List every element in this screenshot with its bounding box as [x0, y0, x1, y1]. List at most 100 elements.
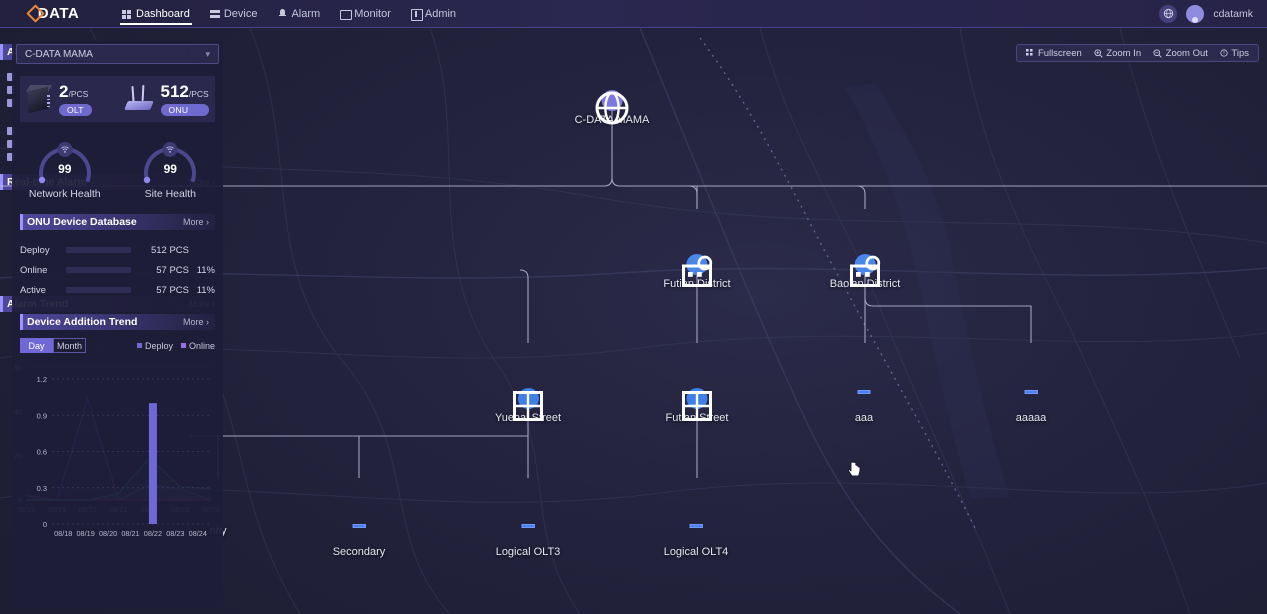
zoom-out-label: Zoom Out — [1165, 47, 1208, 59]
svg-text:1.2: 1.2 — [37, 375, 47, 384]
legend-deploy[interactable]: Deploy — [136, 341, 173, 351]
tips-button[interactable]: Tips — [1220, 48, 1249, 59]
fullscreen-icon — [1026, 49, 1034, 56]
topology-node-label: aaa — [854, 412, 874, 424]
location-pin-node-icon — [682, 254, 713, 287]
bell-icon — [277, 8, 287, 19]
nav-item-monitor[interactable]: Monitor — [336, 0, 395, 28]
help-globe-button[interactable] — [1159, 4, 1178, 23]
network-health-value: 99 — [58, 162, 72, 176]
onu-unit: /PCS — [188, 88, 209, 99]
site-icon — [162, 142, 178, 157]
left-sidebar-panel: C-DATA MAMA ▾ 2 /PCS OLT 512 /PCS ONU 99… — [12, 40, 223, 607]
brand-logo[interactable]: DATA — [0, 4, 108, 23]
zoom-in-label: Zoom In — [1106, 47, 1142, 59]
nav-label: Admin — [424, 7, 457, 20]
row-label: Deploy — [20, 244, 50, 256]
rack-node-icon — [349, 522, 370, 543]
onu-db-row: Active 57 PCS 11% — [20, 280, 215, 300]
topology-node-label: Logical OLT4 — [663, 546, 729, 558]
site-health-value: 99 — [163, 162, 177, 176]
nav-label: Monitor — [354, 7, 391, 20]
zoom-in-icon — [1094, 48, 1103, 58]
globe-node-icon — [595, 90, 629, 125]
topology-node-baoan-district[interactable]: Bao'an District — [830, 254, 900, 290]
olt-stat: 2 /PCS OLT — [20, 83, 118, 116]
nav-right-actions: cdatamk — [1159, 4, 1267, 23]
device-trend-more-link[interactable]: More › — [183, 317, 215, 327]
device-addition-trend-chart[interactable]: 0 0.3 0.6 0.9 1.2 08/18 08/19 08/20 08/21 08/22 08… — [14, 357, 221, 557]
nav-label: Alarm — [291, 7, 321, 20]
onu-db-more-link[interactable]: More › — [183, 217, 215, 227]
row-pct: 11% — [196, 284, 215, 296]
svg-text:08/19: 08/19 — [77, 529, 95, 538]
onu-count: 512 — [160, 81, 189, 101]
fullscreen-label: Fullscreen — [1037, 47, 1082, 59]
rack-node-icon — [517, 522, 538, 543]
zoom-in-button[interactable]: Zoom In — [1094, 48, 1141, 59]
svg-text:08/24: 08/24 — [189, 529, 207, 538]
site-selector-value: C-DATA MAMA — [25, 48, 93, 60]
avatar[interactable] — [1186, 4, 1205, 23]
nav-item-admin[interactable]: Admin — [407, 0, 460, 28]
nav-label: Device — [223, 7, 258, 20]
rack-node-icon — [685, 522, 706, 543]
onu-db-row: Deploy 512 PCS — [20, 240, 215, 260]
svg-text:0.9: 0.9 — [37, 411, 47, 420]
topology-node-futian-street[interactable]: Futian Street — [666, 388, 728, 424]
onu-badge: ONU — [160, 103, 209, 116]
topology-node-secondary[interactable]: Secondary — [332, 522, 386, 558]
topology-node-yuehai-street[interactable]: Yuehai Street — [495, 388, 561, 424]
olt-device-icon — [25, 85, 56, 114]
legend-online[interactable]: Online — [180, 341, 215, 351]
zoom-out-button[interactable]: Zoom Out — [1153, 48, 1208, 59]
topology-node-label: aaaaa — [1015, 412, 1047, 424]
row-bar-track — [66, 247, 131, 253]
topology-node-futian-district[interactable]: Futian District — [663, 254, 731, 290]
location-pin-node-icon — [850, 254, 881, 287]
onu-db-header: ONU Device Database More › — [20, 214, 215, 230]
topology-node-aaaaa[interactable]: aaaaa — [1015, 388, 1047, 424]
device-trend-title: Device Addition Trend — [27, 316, 138, 328]
row-value: 57 PCS — [156, 284, 189, 296]
site-selector[interactable]: C-DATA MAMA ▾ — [16, 44, 219, 64]
nav-item-device[interactable]: Device — [206, 0, 262, 28]
globe-icon — [1163, 8, 1173, 19]
user-name[interactable]: cdatamk — [1213, 8, 1253, 20]
device-trend-header: Device Addition Trend More › — [20, 314, 215, 330]
row-value: 512 PCS — [150, 244, 189, 256]
row-label: Online — [20, 264, 48, 276]
onu-stat: 512 /PCS ONU — [118, 83, 216, 116]
onu-db-rows: Deploy 512 PCS Online 57 PCS 11% Active … — [20, 240, 215, 300]
nav-items: Dashboard Device Alarm Monitor Admin — [118, 0, 460, 28]
olt-badge: OLT — [59, 103, 92, 116]
topology-node-label: Secondary — [332, 546, 386, 558]
device-trend-svg: 0 0.3 0.6 0.9 1.2 08/18 08/19 08/20 08/21 08/22 08… — [37, 375, 209, 538]
tab-day[interactable]: Day — [20, 338, 53, 353]
nav-item-alarm[interactable]: Alarm — [273, 0, 324, 28]
grid-icon — [122, 9, 132, 19]
nav-item-dashboard[interactable]: Dashboard — [118, 0, 194, 28]
topology-node-label: Logical OLT3 — [495, 546, 561, 558]
svg-text:08/21: 08/21 — [121, 529, 139, 538]
street-node-icon — [513, 388, 543, 421]
zoom-out-icon — [1153, 48, 1162, 58]
olt-count: 2 — [59, 81, 69, 101]
device-trend-tabs: Day Month Deploy Online — [20, 338, 215, 353]
fullscreen-button[interactable]: Fullscreen — [1026, 47, 1082, 59]
topology-node-aaa[interactable]: aaa — [854, 388, 875, 424]
tab-month[interactable]: Month — [53, 338, 86, 353]
olt-unit: /PCS — [68, 88, 89, 99]
topology-node-logical-olt4[interactable]: Logical OLT4 — [663, 522, 729, 558]
svg-text:08/23: 08/23 — [166, 529, 184, 538]
svg-text:08/22: 08/22 — [144, 529, 162, 538]
nav-label: Dashboard — [136, 7, 190, 20]
network-health-gauge: 99 Network Health — [12, 136, 118, 200]
tips-label: Tips — [1231, 47, 1249, 59]
map-toolbar: Fullscreen Zoom In Zoom Out Tips — [1016, 44, 1259, 62]
rack-node-icon — [854, 388, 875, 409]
admin-icon — [410, 8, 423, 21]
topology-node-logical-olt3[interactable]: Logical OLT3 — [495, 522, 561, 558]
svg-text:08/18: 08/18 — [54, 529, 72, 538]
topology-node-root[interactable]: C-DATA MAMA — [575, 90, 649, 126]
